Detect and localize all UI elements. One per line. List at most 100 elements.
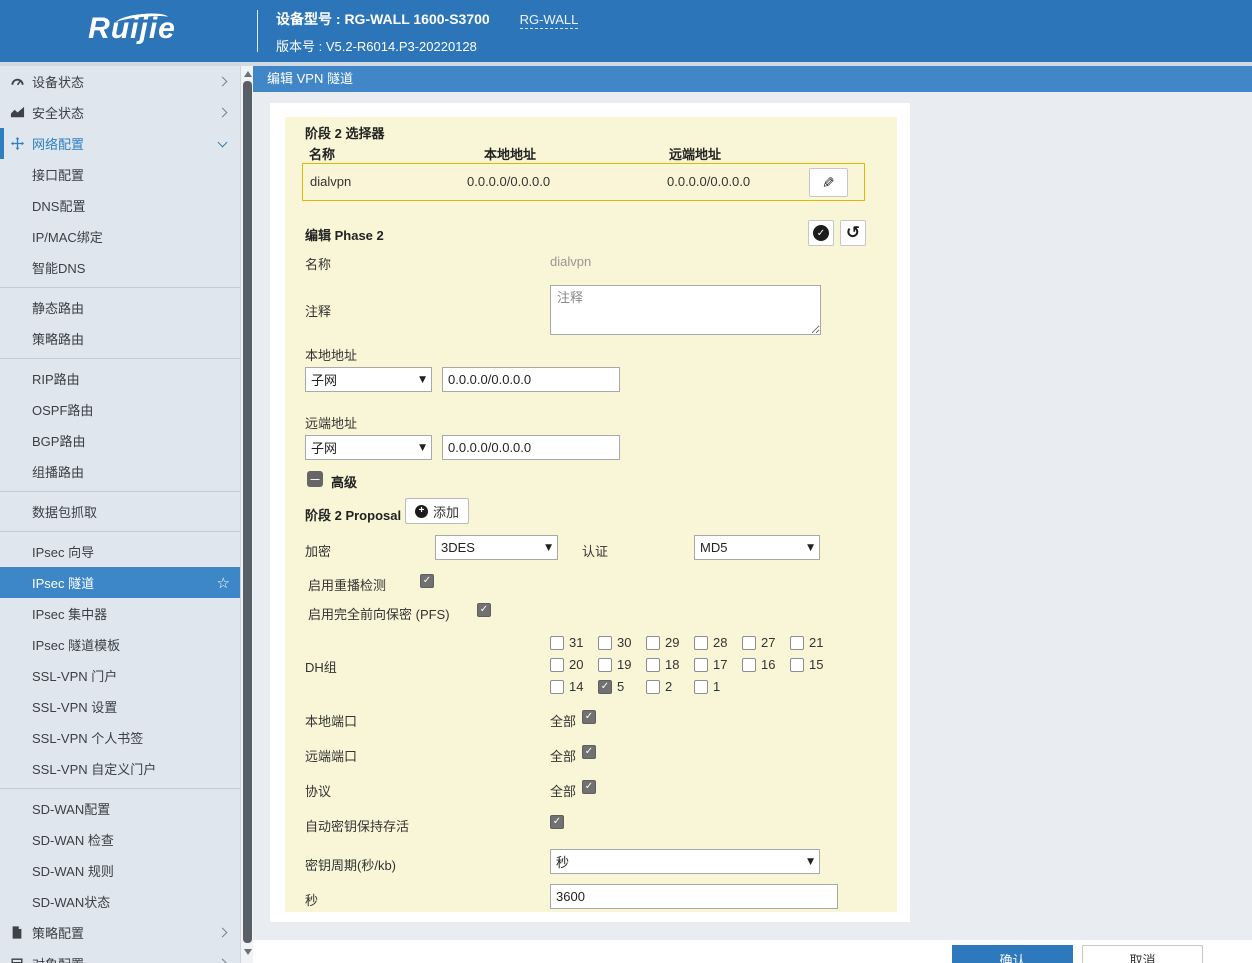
sidebar-item-sdwan-status[interactable]: SD-WAN状态 [0,886,240,917]
dh-group-checkbox-29[interactable] [646,636,660,650]
sidebar-item-rip-route[interactable]: RIP路由 [0,363,240,394]
dh-group-checkbox-2[interactable] [646,680,660,694]
sidebar-item-policy-route[interactable]: 策略路由 [0,323,240,354]
sidebar-item-label: OSPF路由 [32,400,93,419]
dh-group-checkbox-30[interactable] [598,636,612,650]
sidebar-item-interface-config[interactable]: 接口配置 [0,159,240,190]
dh-group-checkbox-16[interactable] [742,658,756,672]
edit-selector-button[interactable]: ✎ [809,168,848,197]
dh-group-option-15[interactable]: 15 [790,657,823,672]
dh-group-checkbox-28[interactable] [694,636,708,650]
sidebar-item-ipsec-tunnel[interactable]: IPsec 隧道☆ [0,567,240,598]
protocol-all-checkbox[interactable] [582,780,596,794]
dh-group-number-label: 31 [569,635,583,650]
local-port-all-label: 全部 [550,711,576,730]
comment-textarea[interactable] [550,285,821,335]
dh-group-option-19[interactable]: 19 [598,657,631,672]
dh-group-checkbox-19[interactable] [598,658,612,672]
add-proposal-button[interactable]: + 添加 [405,498,469,524]
network-config-icon [9,136,25,152]
dh-group-checkbox-1[interactable] [694,680,708,694]
local-port-all-checkbox[interactable] [582,710,596,724]
sidebar-item-sslvpn-bookmarks[interactable]: SSL-VPN 个人书签 [0,722,240,753]
sidebar-item-ospf-route[interactable]: OSPF路由 [0,394,240,425]
remote-address-type-select[interactable]: 子网 ▼ [305,435,432,460]
undo-icon: ↺ [846,225,860,242]
sidebar-item-static-route[interactable]: 静态路由 [0,292,240,323]
local-port-label: 本地端口 [305,711,357,730]
dh-group-option-31[interactable]: 31 [550,635,583,650]
dh-group-option-28[interactable]: 28 [694,635,727,650]
dh-group-checkbox-5[interactable] [598,680,612,694]
dh-group-checkbox-18[interactable] [646,658,660,672]
sidebar-item-dns-config[interactable]: DNS配置 [0,190,240,221]
dh-group-option-2[interactable]: 2 [646,679,672,694]
seconds-input[interactable] [550,884,838,909]
local-address-type-select[interactable]: 子网 ▼ [305,367,432,392]
sidebar-item-security-status[interactable]: 安全状态 [0,97,240,128]
chevron-right-icon [218,959,228,963]
auth-label: 认证 [582,541,608,560]
scroll-down-icon[interactable] [244,949,252,955]
sidebar-item-ipsec-tunnel-template[interactable]: IPsec 隧道模板 [0,629,240,660]
sidebar-item-sdwan-rules[interactable]: SD-WAN 规则 [0,855,240,886]
dh-group-option-17[interactable]: 17 [694,657,727,672]
dh-group-option-5[interactable]: 5 [598,679,624,694]
sidebar-item-sdwan-check[interactable]: SD-WAN 检查 [0,824,240,855]
sidebar-item-device-status[interactable]: 设备状态 [0,66,240,97]
local-address-input[interactable] [442,367,620,392]
dh-group-option-20[interactable]: 20 [550,657,583,672]
dh-group-option-21[interactable]: 21 [790,635,823,650]
dh-group-checkbox-27[interactable] [742,636,756,650]
encryption-select[interactable]: 3DES ▼ [435,535,558,560]
replay-detection-checkbox[interactable] [420,574,434,588]
apply-button[interactable]: ✓ [808,220,834,246]
sidebar-item-ipsec-concentrator[interactable]: IPsec 集中器 [0,598,240,629]
favorite-star-icon[interactable]: ☆ [217,574,230,592]
device-name-link[interactable]: RG-WALL [520,12,579,29]
confirm-button[interactable]: 确认 [952,945,1073,963]
dh-group-checkbox-14[interactable] [550,680,564,694]
dropdown-arrow-icon: ▼ [545,543,552,553]
sidebar-item-ipsec-wizard[interactable]: IPsec 向导 [0,536,240,567]
keepalive-checkbox[interactable] [550,815,564,829]
scroll-up-icon[interactable] [244,71,252,77]
pfs-checkbox[interactable] [477,603,491,617]
dh-group-option-27[interactable]: 27 [742,635,775,650]
sidebar-item-multicast-route[interactable]: 组播路由 [0,456,240,487]
sidebar-item-label: BGP路由 [32,431,85,450]
dh-group-option-14[interactable]: 14 [550,679,583,694]
remote-port-all-checkbox[interactable] [582,745,596,759]
sidebar-item-network-config[interactable]: 网络配置 [0,128,240,159]
sidebar-item-policy-config[interactable]: 策略配置 [0,917,240,948]
sidebar-item-sdwan-config[interactable]: SD-WAN配置 [0,793,240,824]
sidebar-item-smart-dns[interactable]: 智能DNS [0,252,240,283]
collapse-advanced-icon[interactable] [307,471,323,487]
sidebar-item-sslvpn-settings[interactable]: SSL-VPN 设置 [0,691,240,722]
dh-group-option-29[interactable]: 29 [646,635,679,650]
dh-group-option-30[interactable]: 30 [598,635,631,650]
sidebar-item-label: SD-WAN状态 [32,892,110,911]
remote-address-input[interactable] [442,435,620,460]
dh-group-checkbox-20[interactable] [550,658,564,672]
dh-group-option-18[interactable]: 18 [646,657,679,672]
sidebar-item-ip-mac-binding[interactable]: IP/MAC绑定 [0,221,240,252]
sidebar-scrollbar[interactable] [240,66,253,963]
selector-table-row[interactable]: dialvpn 0.0.0.0/0.0.0.0 0.0.0.0/0.0.0.0 … [302,163,865,201]
sidebar-item-bgp-route[interactable]: BGP路由 [0,425,240,456]
dh-group-checkbox-15[interactable] [790,658,804,672]
dh-group-option-1[interactable]: 1 [694,679,720,694]
dh-group-checkbox-17[interactable] [694,658,708,672]
dh-group-option-16[interactable]: 16 [742,657,775,672]
auth-select[interactable]: MD5 ▼ [694,535,820,560]
sidebar-item-packet-capture[interactable]: 数据包抓取 [0,496,240,527]
sidebar-item-sslvpn-portal[interactable]: SSL-VPN 门户 [0,660,240,691]
cancel-button[interactable]: 取消 [1082,945,1203,963]
dh-group-checkbox-21[interactable] [790,636,804,650]
reset-button[interactable]: ↺ [840,220,866,246]
keylife-select[interactable]: 秒 ▼ [550,849,820,874]
dh-group-checkbox-31[interactable] [550,636,564,650]
sidebar-item-sslvpn-custom-portal[interactable]: SSL-VPN 自定义门户 [0,753,240,784]
scrollbar-thumb[interactable] [243,81,252,943]
sidebar-item-object-config[interactable]: 对象配置 [0,948,240,963]
